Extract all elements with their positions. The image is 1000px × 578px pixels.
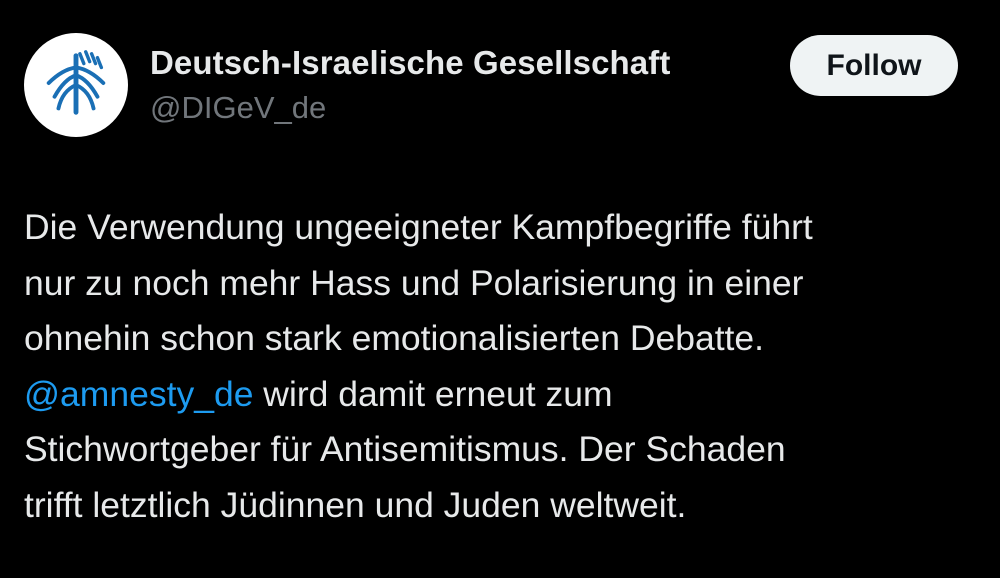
user-handle[interactable]: @DIGeV_de bbox=[150, 90, 326, 126]
tweet-text-line: trifft letztlich Jüdinnen und Juden welt… bbox=[24, 484, 687, 525]
tweet-text-fragment: wird damit erneut zum bbox=[253, 373, 613, 414]
tweet-text-line-with-mention: @amnesty_de wird damit erneut zum bbox=[24, 367, 974, 423]
tweet-text-line: Stichwortgeber für Antisemitismus. Der S… bbox=[24, 429, 786, 469]
tweet-card: Deutsch-Israelische Gesellschaft @DIGeV_… bbox=[0, 0, 1000, 578]
digev-logo-icon bbox=[46, 50, 106, 115]
tweet-text-line: ohnehin schon stark emotionalisierten De… bbox=[24, 318, 765, 358]
tweet-text-line: Die Verwendung ungeeigneter Kampfbegriff… bbox=[24, 207, 813, 247]
display-name[interactable]: Deutsch-Israelische Gesellschaft bbox=[150, 44, 670, 82]
avatar[interactable] bbox=[24, 33, 128, 137]
tweet-text-line: nur zu noch mehr Hass und Polarisierung … bbox=[24, 262, 804, 303]
follow-button[interactable]: Follow bbox=[790, 35, 958, 96]
mention-link[interactable]: @amnesty_de bbox=[24, 374, 253, 414]
tweet-text: Die Verwendung ungeeigneter Kampfbegriff… bbox=[24, 200, 974, 533]
